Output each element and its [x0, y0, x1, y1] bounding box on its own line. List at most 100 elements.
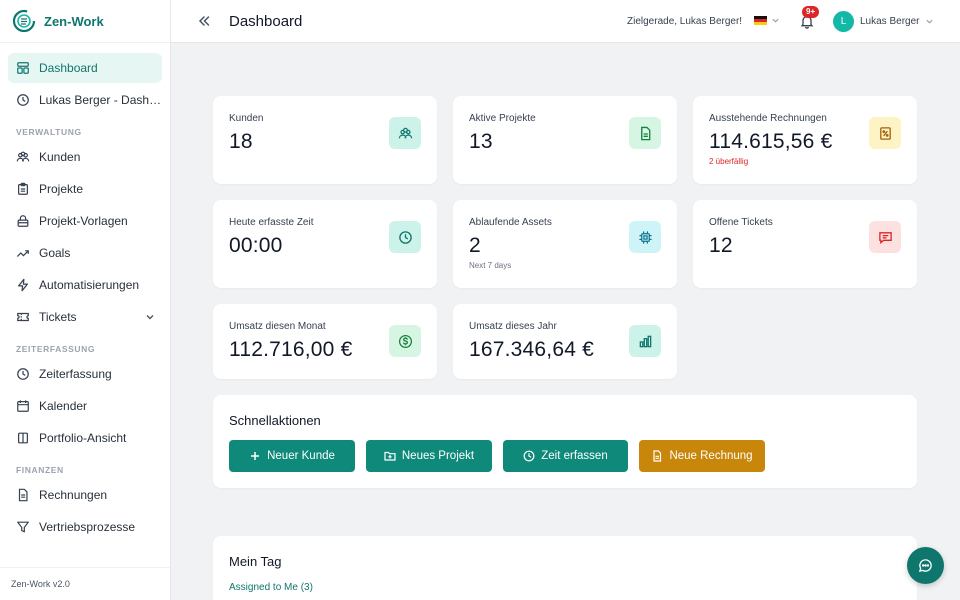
folder-plus-icon: [384, 451, 396, 461]
avatar: L: [833, 11, 854, 32]
my-day-panel: Mein Tag Assigned to Me (3): [213, 536, 917, 600]
chat-icon: [918, 559, 932, 573]
stat-card-kunden[interactable]: Kunden 18: [213, 96, 437, 184]
sidebar-item-label: Projekte: [39, 182, 84, 196]
trending-icon: [16, 250, 29, 257]
new-customer-button[interactable]: Neuer Kunde: [229, 440, 355, 472]
stat-value: 112.716,00 €: [229, 338, 353, 361]
stat-value: 12: [709, 234, 733, 257]
users-icon: [16, 151, 30, 162]
sidebar-item-vertriebsprozesse[interactable]: Vertriebsprozesse: [8, 512, 162, 542]
language-selector[interactable]: [754, 16, 780, 25]
stat-label: Ablaufende Assets: [469, 217, 552, 228]
quick-actions-title: Schnellaktionen: [229, 413, 321, 428]
sidebar-item-dashboard[interactable]: Dashboard: [8, 53, 162, 83]
section-title-verwaltung: VERWALTUNG: [16, 127, 82, 137]
stat-value: 2: [469, 234, 481, 257]
stat-label: Kunden: [229, 113, 264, 124]
my-day-title: Mein Tag: [229, 554, 282, 569]
chevron-down-icon[interactable]: [144, 311, 156, 323]
stat-card-offene-tickets[interactable]: Offene Tickets 12: [693, 200, 917, 288]
clock-icon: [523, 450, 535, 462]
sidebar-item-goals[interactable]: Goals: [8, 238, 162, 268]
document-icon: [653, 450, 662, 462]
clock-icon: [17, 94, 29, 106]
sidebar-nav: Dashboard Lukas Berger - Dashboard VERWA…: [0, 43, 170, 542]
sidebar-item-portfolio-ansicht[interactable]: Portfolio-Ansicht: [8, 423, 162, 453]
stat-subtext: Next 7 days: [469, 261, 512, 270]
sidebar-item-automatisierungen[interactable]: Automatisierungen: [8, 270, 162, 300]
notification-badge: 9+: [802, 6, 820, 18]
brand-name: Zen-Work: [44, 13, 104, 29]
app-version: Zen-Work v2.0: [0, 567, 170, 600]
stat-value: 00:00: [229, 234, 283, 257]
sidebar-item-label: Rechnungen: [39, 488, 108, 502]
button-label: Neue Rechnung: [669, 450, 753, 462]
stat-label: Ausstehende Rechnungen: [709, 113, 827, 124]
stat-label: Heute erfasste Zeit: [229, 217, 314, 228]
lock-icon: [17, 215, 29, 227]
sidebar-item-label: Kunden: [39, 150, 81, 164]
sidebar-item-label: Goals: [39, 246, 71, 260]
german-flag-icon: [754, 16, 767, 25]
sidebar-item-projekt-vorlagen[interactable]: Projekt-Vorlagen: [8, 206, 162, 236]
clipboard-icon: [18, 182, 28, 195]
new-invoice-button[interactable]: Neue Rechnung: [639, 440, 765, 472]
stat-value: 167.346,64 €: [469, 338, 595, 361]
sidebar-item-label: Projekt-Vorlagen: [39, 214, 128, 228]
stat-card-umsatz-monat[interactable]: Umsatz diesen Monat 112.716,00 €: [213, 304, 437, 379]
chevron-down-icon: [772, 18, 779, 23]
bolt-icon: [18, 278, 28, 292]
sidebar-item-kunden[interactable]: Kunden: [8, 142, 162, 172]
calendar-icon: [17, 400, 29, 412]
overdue-count: 2 überfällig: [709, 157, 749, 166]
columns-icon: [18, 432, 28, 444]
brand[interactable]: Zen-Work: [0, 0, 170, 43]
stat-value: 13: [469, 130, 493, 153]
stat-card-heute-erfasste-zeit[interactable]: Heute erfasste Zeit 00:00: [213, 200, 437, 288]
tab-assigned-to-me[interactable]: Assigned to Me (3): [229, 582, 313, 593]
funnel-icon: [17, 521, 29, 533]
section-title-zeiterfassung: ZEITERFASSUNG: [16, 344, 96, 354]
sidebar-item-label: Dashboard: [39, 61, 98, 75]
collapse-sidebar-icon[interactable]: [197, 14, 211, 28]
sidebar: Zen-Work Dashboard Lukas Berger - Dashbo…: [0, 0, 171, 600]
sidebar-item-label: Portfolio-Ansicht: [39, 431, 127, 445]
sidebar-item-user-dashboard[interactable]: Lukas Berger - Dashboard: [8, 85, 162, 115]
stat-value: 114.615,56 €: [709, 130, 833, 153]
document-icon: [629, 117, 661, 149]
receipt-icon: [869, 117, 901, 149]
layout-icon: [17, 62, 29, 74]
log-time-button[interactable]: Zeit erfassen: [503, 440, 628, 472]
plus-icon: [251, 452, 260, 460]
ticket-icon: [17, 312, 29, 322]
stat-card-ablaufende-assets[interactable]: Ablaufende Assets 2 Next 7 days: [453, 200, 677, 288]
clock-icon: [389, 221, 421, 253]
stat-label: Offene Tickets: [709, 217, 773, 228]
stat-value: 18: [229, 130, 253, 153]
file-icon: [18, 488, 28, 502]
stat-card-ausstehende-rechnungen[interactable]: Ausstehende Rechnungen 114.615,56 € 2 üb…: [693, 96, 917, 184]
sidebar-item-kalender[interactable]: Kalender: [8, 391, 162, 421]
button-label: Zeit erfassen: [541, 450, 608, 462]
sidebar-item-zeiterfassung[interactable]: Zeiterfassung: [8, 359, 162, 389]
new-project-button[interactable]: Neues Projekt: [366, 440, 492, 472]
sidebar-item-rechnungen[interactable]: Rechnungen: [8, 480, 162, 510]
button-label: Neuer Kunde: [267, 450, 335, 462]
section-title-finanzen: FINANZEN: [16, 465, 64, 475]
sidebar-item-projekte[interactable]: Projekte: [8, 174, 162, 204]
stat-card-aktive-projekte[interactable]: Aktive Projekte 13: [453, 96, 677, 184]
stat-label: Umsatz dieses Jahr: [469, 321, 557, 332]
sidebar-item-tickets[interactable]: Tickets: [8, 302, 162, 332]
user-name: Lukas Berger: [860, 16, 920, 27]
quick-actions-panel: Schnellaktionen Neuer Kunde Neues Projek…: [213, 395, 917, 488]
user-menu[interactable]: L Lukas Berger: [833, 11, 934, 32]
sidebar-item-label: Tickets: [39, 310, 77, 324]
chat-button[interactable]: [907, 547, 944, 584]
sidebar-item-label: Kalender: [39, 399, 88, 413]
chip-icon: [629, 221, 661, 253]
sidebar-item-label: Lukas Berger - Dashboard: [39, 93, 162, 107]
stat-card-umsatz-jahr[interactable]: Umsatz dieses Jahr 167.346,64 €: [453, 304, 677, 379]
top-header: Dashboard Zielgerade, Lukas Berger! 9+ L…: [171, 0, 960, 43]
bar-chart-icon: [629, 325, 661, 357]
